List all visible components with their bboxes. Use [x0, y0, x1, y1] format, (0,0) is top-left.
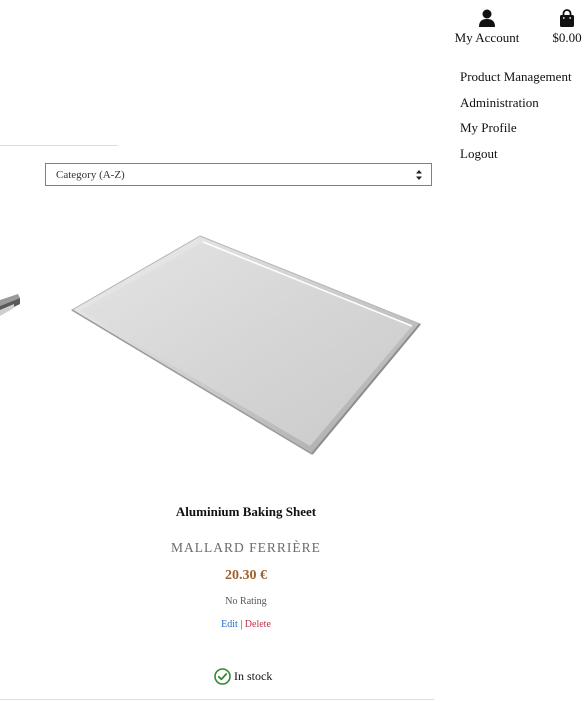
user-icon — [479, 9, 495, 27]
product-admin-actions: Edit | Delete — [46, 619, 446, 630]
previous-product-image[interactable] — [0, 290, 24, 330]
menu-item-my-profile[interactable]: My Profile — [460, 115, 584, 141]
select-arrows-icon — [416, 170, 422, 180]
menu-item-product-management[interactable]: Product Management — [460, 64, 584, 90]
product-price: 20.30 € — [225, 568, 267, 583]
account-dropdown-menu: Product Management Administration My Pro… — [460, 64, 584, 167]
page: My Account $0.00 Product Management Admi… — [0, 0, 584, 702]
divider — [0, 699, 434, 700]
shopping-bag-icon — [560, 9, 574, 27]
delete-link[interactable]: Delete — [245, 619, 271, 630]
edit-link[interactable]: Edit — [221, 619, 238, 630]
menu-item-administration[interactable]: Administration — [460, 90, 584, 116]
sort-select[interactable]: Category (A-Z) — [45, 163, 432, 186]
stock-status: In stock — [214, 668, 272, 685]
cart-total: $0.00 — [552, 30, 582, 45]
product-name[interactable]: Aluminium Baking Sheet — [46, 504, 446, 520]
stock-label: In stock — [234, 669, 273, 683]
action-separator: | — [240, 619, 243, 630]
my-account-label: My Account — [454, 30, 520, 45]
product-rating: No Rating — [225, 596, 267, 607]
menu-item-logout[interactable]: Logout — [460, 141, 584, 167]
divider — [0, 145, 118, 146]
check-circle-icon — [214, 668, 231, 685]
product-image-baking-sheet[interactable] — [70, 232, 422, 456]
sort-select-value: Category (A-Z) — [56, 168, 125, 181]
cart-link[interactable]: $0.00 — [550, 8, 584, 46]
product-brand: MALLARD FERRIÈRE — [171, 540, 321, 555]
my-account-link[interactable]: My Account — [452, 8, 522, 46]
